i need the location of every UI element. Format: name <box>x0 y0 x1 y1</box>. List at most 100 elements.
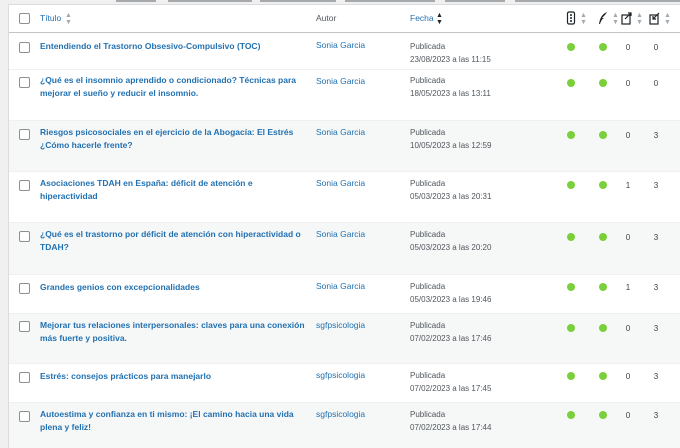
post-status: Publicada <box>410 128 446 137</box>
seo-status-dot <box>567 411 575 419</box>
toolbar-button-edge[interactable] <box>515 0 680 2</box>
readability-status-dot <box>599 283 607 291</box>
toolbar-button-edge[interactable] <box>445 0 505 2</box>
table-row: Mejorar tus relaciones interpersonales: … <box>9 314 680 364</box>
toolbar-button-edge[interactable] <box>116 0 156 2</box>
seo-status-dot <box>567 324 575 332</box>
row-checkbox[interactable] <box>19 42 30 53</box>
sort-seo-icon[interactable]: ▲ ▼ <box>580 12 587 26</box>
select-all-checkbox[interactable] <box>19 13 30 24</box>
sort-readability-icon[interactable]: ▲ ▼ <box>612 12 619 26</box>
seo-status-dot <box>567 43 575 51</box>
post-status: Publicada <box>410 321 446 330</box>
outgoing-links-count: 1 <box>625 283 631 292</box>
post-title-link[interactable]: Estrés: consejos prácticos para manejarl… <box>40 370 305 383</box>
outgoing-links-count: 0 <box>625 372 631 381</box>
column-title-header[interactable]: Título <box>40 13 61 23</box>
incoming-links-count: 3 <box>653 411 659 420</box>
readability-icon[interactable] <box>597 11 609 25</box>
column-author-header: Autor <box>316 13 337 23</box>
outgoing-links-count: 0 <box>625 233 631 242</box>
post-status: Publicada <box>410 179 446 188</box>
post-date: Publicada 10/05/2023 a las 12:59 <box>410 126 491 152</box>
post-author-link[interactable]: Sonia Garcia <box>316 76 365 86</box>
column-date-header[interactable]: Fecha <box>410 13 434 23</box>
post-title-link[interactable]: Mejorar tus relaciones interpersonales: … <box>40 319 305 345</box>
toolbar-button-edge[interactable] <box>345 0 435 2</box>
incoming-links-count: 0 <box>653 79 659 88</box>
post-status: Publicada <box>410 371 446 380</box>
toolbar-button-edge[interactable] <box>260 0 336 2</box>
row-checkbox[interactable] <box>19 321 30 332</box>
seo-score-icon[interactable] <box>565 11 577 25</box>
seo-status-dot <box>567 372 575 380</box>
readability-status-dot <box>599 233 607 241</box>
post-author-link[interactable]: sgfpsicologia <box>316 370 365 380</box>
row-checkbox[interactable] <box>19 77 30 88</box>
table-row: Riesgos psicosociales en el ejercicio de… <box>9 121 680 172</box>
post-author-link[interactable]: Sonia Garcia <box>316 229 365 239</box>
outgoing-links-icon[interactable] <box>621 11 633 25</box>
post-title-link[interactable]: Riesgos psicosociales en el ejercicio de… <box>40 126 305 152</box>
sort-outgoing-icon[interactable]: ▲ ▼ <box>636 12 643 26</box>
row-checkbox[interactable] <box>19 231 30 242</box>
sort-incoming-icon[interactable]: ▲ ▼ <box>664 12 671 26</box>
post-author-link[interactable]: sgfpsicologia <box>316 409 365 419</box>
incoming-links-count: 3 <box>653 324 659 333</box>
post-datetime: 18/05/2023 a las 13:11 <box>410 89 491 98</box>
toolbar-button-edge[interactable] <box>168 0 252 2</box>
incoming-links-count: 3 <box>653 233 659 242</box>
post-date: Publicada 05/03/2023 a las 20:20 <box>410 228 491 254</box>
post-title-link[interactable]: Entendiendo el Trastorno Obsesivo-Compul… <box>40 40 305 53</box>
table-row: Autoestima y confianza en ti mismo: ¡El … <box>9 403 680 448</box>
incoming-links-count: 3 <box>653 181 659 190</box>
post-date: Publicada 23/08/2023 a las 11:15 <box>410 40 491 66</box>
seo-status-dot <box>567 283 575 291</box>
seo-status-dot <box>567 131 575 139</box>
row-checkbox[interactable] <box>19 129 30 140</box>
readability-status-dot <box>599 411 607 419</box>
seo-status-dot <box>567 181 575 189</box>
post-author-link[interactable]: Sonia Garcia <box>316 281 365 291</box>
post-title-link[interactable]: ¿Qué es el trastorno por déficit de aten… <box>40 228 305 254</box>
post-author-link[interactable]: Sonia Garcia <box>316 127 365 137</box>
row-checkbox[interactable] <box>19 283 30 294</box>
post-author-link[interactable]: sgfpsicologia <box>316 320 365 330</box>
post-date: Publicada 05/03/2023 a las 20:31 <box>410 177 491 203</box>
outgoing-links-count: 0 <box>625 411 631 420</box>
incoming-links-count: 3 <box>653 131 659 140</box>
row-checkbox[interactable] <box>19 180 30 191</box>
incoming-links-count: 3 <box>653 372 659 381</box>
post-datetime: 05/03/2023 a las 19:46 <box>410 295 492 304</box>
outgoing-links-count: 0 <box>625 131 631 140</box>
post-date: Publicada 07/02/2023 a las 17:46 <box>410 319 491 345</box>
post-date: Publicada 18/05/2023 a las 13:11 <box>410 74 491 100</box>
post-status: Publicada <box>410 282 446 291</box>
post-title-link[interactable]: Grandes genios con excepcionalidades <box>40 281 305 294</box>
post-datetime: 05/03/2023 a las 20:20 <box>410 243 492 252</box>
post-datetime: 07/02/2023 a las 17:46 <box>410 334 492 343</box>
row-checkbox[interactable] <box>19 411 30 422</box>
post-status: Publicada <box>410 410 446 419</box>
incoming-links-icon[interactable] <box>649 11 661 25</box>
table-row: Asociaciones TDAH en España: déficit de … <box>9 172 680 223</box>
outgoing-links-count: 0 <box>625 79 631 88</box>
table-row: ¿Qué es el trastorno por déficit de aten… <box>9 223 680 275</box>
row-checkbox[interactable] <box>19 372 30 383</box>
post-status: Publicada <box>410 230 446 239</box>
post-title-link[interactable]: ¿Qué es el insomnio aprendido o condicio… <box>40 74 305 100</box>
readability-status-dot <box>599 181 607 189</box>
post-title-link[interactable]: Autoestima y confianza en ti mismo: ¡El … <box>40 408 305 434</box>
post-title-link[interactable]: Asociaciones TDAH en España: déficit de … <box>40 177 305 203</box>
incoming-links-count: 0 <box>653 43 659 52</box>
post-datetime: 07/02/2023 a las 17:45 <box>410 384 492 393</box>
post-date: Publicada 07/02/2023 a las 17:45 <box>410 369 491 395</box>
sort-date-icon[interactable]: ▲ ▼ <box>436 12 443 26</box>
post-author-link[interactable]: Sonia Garcia <box>316 178 365 188</box>
seo-status-dot <box>567 79 575 87</box>
post-author-link[interactable]: Sonia Garcia <box>316 40 365 50</box>
post-datetime: 07/02/2023 a las 17:44 <box>410 423 492 432</box>
sort-title-icon[interactable]: ▲ ▼ <box>65 12 72 26</box>
outgoing-links-count: 1 <box>625 181 631 190</box>
table-header: Título ▲ ▼ Autor Fecha ▲ ▼ ▲ ▼ ▲ ▼ ▲ ▼ ▲ ▼ <box>9 5 680 33</box>
